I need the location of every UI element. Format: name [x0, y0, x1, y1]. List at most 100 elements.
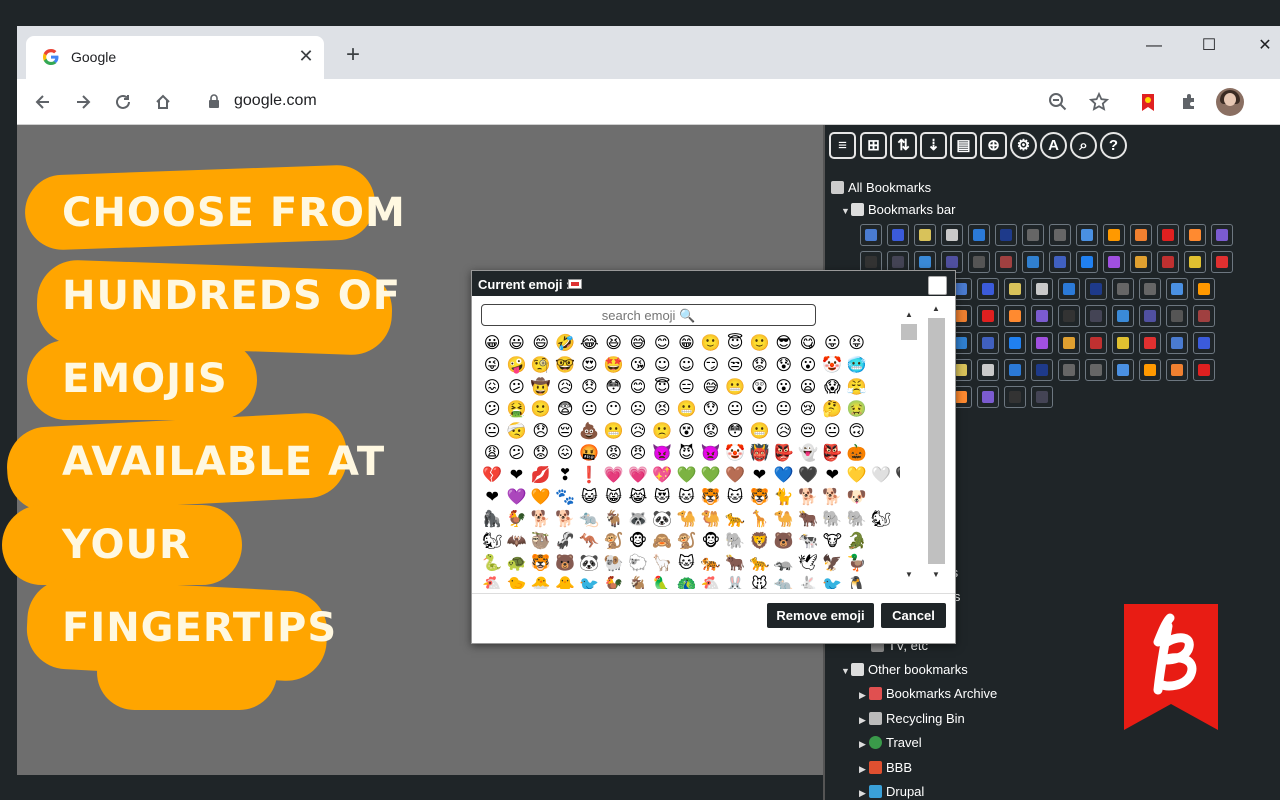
- scroll-down-icon[interactable]: ▼: [930, 570, 942, 579]
- emoji-option[interactable]: 💙: [772, 464, 796, 486]
- emoji-option[interactable]: 😊: [650, 332, 674, 354]
- lock-icon[interactable]: [208, 93, 220, 109]
- bookmark-favicon-icon[interactable]: [995, 224, 1017, 246]
- bookmark-favicon-icon[interactable]: [1058, 278, 1080, 300]
- help-icon[interactable]: ?: [1100, 132, 1127, 159]
- bookmark-favicon-icon[interactable]: [1022, 224, 1044, 246]
- tree-item-bbb[interactable]: ▶ BBB: [859, 760, 912, 775]
- bookmark-favicon-icon[interactable]: [1085, 305, 1107, 327]
- emoji-option[interactable]: 😳: [601, 376, 625, 398]
- emoji-option[interactable]: ☹: [626, 398, 650, 420]
- bookmark-favicon-icon[interactable]: [1184, 251, 1206, 273]
- emoji-option[interactable]: 🐵: [699, 530, 723, 552]
- emoji-option[interactable]: 🦝: [626, 508, 650, 530]
- emoji-option[interactable]: 😬: [747, 420, 771, 442]
- scroll-up-icon[interactable]: ▲: [903, 310, 915, 319]
- bookmark-favicon-icon[interactable]: [1085, 332, 1107, 354]
- settings-icon[interactable]: ⚙: [1010, 132, 1037, 159]
- bookmark-favicon-icon[interactable]: [914, 224, 936, 246]
- emoji-option[interactable]: 😃: [504, 332, 528, 354]
- sort-az-icon[interactable]: ⇅: [890, 132, 917, 159]
- emoji-option[interactable]: 🐯: [699, 486, 723, 508]
- emoji-option[interactable]: 🤪: [504, 354, 528, 376]
- emoji-option[interactable]: 😐: [747, 398, 771, 420]
- emoji-option[interactable]: 🦁: [747, 530, 771, 552]
- bookmark-favicon-icon[interactable]: [977, 305, 999, 327]
- emoji-option[interactable]: 🤩: [601, 354, 625, 376]
- emoji-option[interactable]: 😜: [480, 354, 504, 376]
- emoji-option[interactable]: 😮: [772, 376, 796, 398]
- emoji-option[interactable]: 🦨: [553, 530, 577, 552]
- emoji-option[interactable]: 😎: [772, 332, 796, 354]
- emoji-option[interactable]: 🤢: [844, 398, 868, 420]
- archive-icon[interactable]: ▤: [950, 132, 977, 159]
- bookmark-favicon-icon[interactable]: [968, 251, 990, 273]
- emoji-option[interactable]: 🐑: [626, 552, 650, 574]
- bookmark-favicon-icon[interactable]: [977, 332, 999, 354]
- emoji-option[interactable]: 😐: [723, 398, 747, 420]
- bookmark-favicon-icon[interactable]: [1211, 224, 1233, 246]
- emoji-option[interactable]: 🦜: [650, 574, 674, 589]
- emoji-option[interactable]: 😸: [601, 486, 625, 508]
- emoji-option[interactable]: 😹: [626, 486, 650, 508]
- bookmark-favicon-icon[interactable]: [1130, 224, 1152, 246]
- forward-icon[interactable]: [68, 87, 98, 117]
- bookmark-favicon-icon[interactable]: [1049, 251, 1071, 273]
- emoji-option[interactable]: 😠: [626, 442, 650, 464]
- menu-icon[interactable]: ≡: [829, 132, 856, 159]
- emoji-option[interactable]: 😊: [626, 376, 650, 398]
- emoji-option[interactable]: 🦒: [747, 508, 771, 530]
- emoji-option[interactable]: 🐊: [844, 530, 868, 552]
- emoji-option[interactable]: 🦅: [820, 552, 844, 574]
- emoji-option[interactable]: 😑: [674, 376, 698, 398]
- emoji-option[interactable]: 😅: [626, 332, 650, 354]
- emoji-option[interactable]: 😞: [529, 420, 553, 442]
- emoji-option[interactable]: ☺: [650, 354, 674, 376]
- bookmark-favicon-icon[interactable]: [977, 359, 999, 381]
- emoji-option[interactable]: ☺: [674, 354, 698, 376]
- emoji-option[interactable]: 🦥: [529, 530, 553, 552]
- emoji-option[interactable]: 🤣: [553, 332, 577, 354]
- bookmark-favicon-icon[interactable]: [968, 224, 990, 246]
- bookmark-favicon-icon[interactable]: [1184, 224, 1206, 246]
- emoji-option[interactable]: 💛: [844, 464, 868, 486]
- emoji-option[interactable]: 👿: [699, 442, 723, 464]
- emoji-option[interactable]: 🐯: [529, 552, 553, 574]
- emoji-option[interactable]: 💋: [529, 464, 553, 486]
- back-icon[interactable]: [28, 87, 58, 117]
- emoji-option[interactable]: 😥: [626, 420, 650, 442]
- emoji-option[interactable]: 😕: [504, 376, 528, 398]
- minimize-icon[interactable]: —: [1139, 34, 1169, 58]
- emoji-option[interactable]: 😀: [480, 332, 504, 354]
- emoji-option[interactable]: 😈: [674, 442, 698, 464]
- emoji-option[interactable]: 🐏: [601, 552, 625, 574]
- emoji-option[interactable]: 🐂: [796, 508, 820, 530]
- bookmark-favicon-icon[interactable]: [1058, 305, 1080, 327]
- bookmark-favicon-icon[interactable]: [1103, 224, 1125, 246]
- bookmark-favicon-icon[interactable]: [1031, 359, 1053, 381]
- emoji-option[interactable]: ❤: [820, 464, 844, 486]
- bookmark-favicon-icon[interactable]: [1031, 332, 1053, 354]
- tree-item-bookmarks-archive[interactable]: ▶ Bookmarks Archive: [859, 686, 997, 701]
- emoji-option[interactable]: 🤎: [723, 464, 747, 486]
- maximize-icon[interactable]: ☐: [1194, 34, 1224, 58]
- emoji-option[interactable]: 😥: [553, 376, 577, 398]
- emoji-search-input[interactable]: [481, 304, 816, 326]
- emoji-option[interactable]: 😖: [480, 376, 504, 398]
- emoji-option[interactable]: 😬: [723, 376, 747, 398]
- bookmark-favicon-icon[interactable]: [1166, 332, 1188, 354]
- emoji-option[interactable]: 🦙: [650, 552, 674, 574]
- emoji-option[interactable]: 🧐: [529, 354, 553, 376]
- emoji-option[interactable]: 🐾: [553, 486, 577, 508]
- emoji-option[interactable]: 😛: [820, 332, 844, 354]
- sort-num-icon[interactable]: ⇣: [920, 132, 947, 159]
- emoji-option[interactable]: 🤍: [869, 464, 893, 486]
- bookmark-favicon-icon[interactable]: [1085, 359, 1107, 381]
- emoji-option[interactable]: 🦘: [577, 530, 601, 552]
- recycle-icon[interactable]: ⊕: [980, 132, 1007, 159]
- emoji-option[interactable]: 😖: [553, 442, 577, 464]
- emoji-option[interactable]: 😐: [820, 420, 844, 442]
- emoji-option[interactable]: 🐣: [529, 574, 553, 589]
- bookmark-favicon-icon[interactable]: [1049, 224, 1071, 246]
- emoji-option[interactable]: 🐅: [699, 552, 723, 574]
